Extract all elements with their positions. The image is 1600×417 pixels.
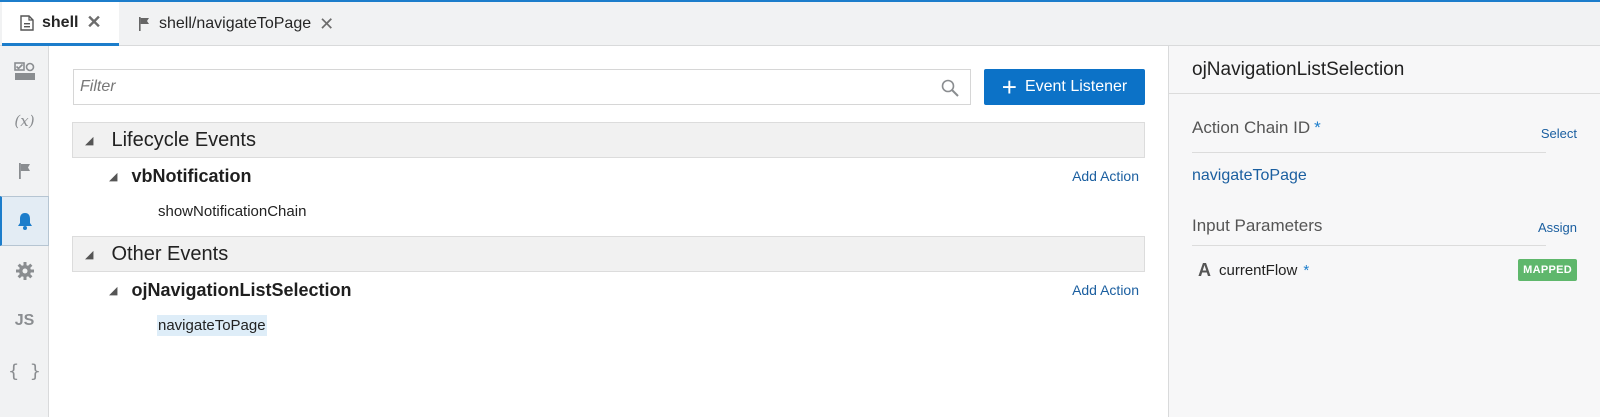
filter-input[interactable] (74, 70, 924, 104)
page-designer-button[interactable] (0, 46, 49, 96)
close-icon[interactable]: ✕ (86, 12, 101, 33)
select-link[interactable]: Select (1541, 126, 1577, 141)
divider (1192, 245, 1546, 246)
page-icon (20, 14, 34, 31)
add-action-link[interactable]: Add Action (1072, 168, 1139, 184)
event-name: vbNotification (131, 165, 252, 186)
add-event-listener-button[interactable]: + Event Listener (984, 69, 1145, 105)
variables-icon: (x) (14, 112, 35, 130)
tab-label: shell/navigateToPage (159, 15, 312, 32)
section-title: Other Events (111, 242, 229, 265)
event-row-vbnotification[interactable]: ◢ vbNotification Add Action (109, 161, 1145, 191)
json-button[interactable]: { } (0, 346, 49, 396)
variables-button[interactable]: (x) (0, 96, 49, 146)
collapse-triangle-icon[interactable]: ◢ (85, 248, 93, 261)
string-type-icon: A (1198, 259, 1211, 280)
action-chain-id-value[interactable]: navigateToPage (1192, 167, 1307, 185)
section-other-events[interactable]: ◢ Other Events (72, 236, 1145, 272)
event-listener-label: Event Listener (1024, 78, 1128, 95)
action-chain-id-label: Action Chain ID * (1192, 118, 1321, 138)
collapse-triangle-icon[interactable]: ◢ (109, 284, 117, 297)
javascript-icon: JS (14, 312, 35, 329)
required-marker: * (1303, 261, 1310, 279)
javascript-button[interactable]: JS (0, 296, 49, 346)
label-text: Action Chain ID (1192, 118, 1311, 137)
event-name: ojNavigationListSelection (131, 279, 352, 300)
actions-flag-icon (18, 163, 30, 179)
action-chain-item-selected[interactable]: navigateToPage (157, 315, 267, 336)
close-icon[interactable]: ✕ (319, 14, 334, 35)
editor-tab-bar: shell ✕ shell/navigateToPage ✕ (0, 0, 1600, 46)
required-marker: * (1314, 118, 1321, 137)
filter-box (73, 69, 971, 105)
inspector-title: ojNavigationListSelection (1169, 46, 1600, 94)
action-chain-item[interactable]: showNotificationChain (157, 201, 307, 222)
collapse-triangle-icon[interactable]: ◢ (85, 134, 93, 147)
input-parameters-label: Input Parameters (1192, 216, 1323, 235)
assign-link[interactable]: Assign (1538, 220, 1577, 235)
json-braces-icon: { } (8, 360, 41, 382)
flag-icon (139, 17, 149, 31)
left-toolbar: (x) JS {} (0, 46, 49, 417)
parameter-name: currentFlow (1219, 261, 1298, 279)
tab-shell[interactable]: shell ✕ (2, 2, 119, 46)
section-lifecycle-events[interactable]: ◢ Lifecycle Events (72, 122, 1145, 158)
page-designer-icon (13, 62, 35, 80)
collapse-triangle-icon[interactable]: ◢ (109, 170, 117, 183)
events-main-panel: + Event Listener ◢ Lifecycle Events ◢ vb… (49, 46, 1168, 417)
events-bell-icon (18, 213, 32, 230)
add-action-link[interactable]: Add Action (1072, 282, 1139, 298)
search-icon[interactable] (940, 78, 960, 98)
section-title: Lifecycle Events (111, 128, 256, 151)
property-inspector: ojNavigationListSelection Action Chain I… (1168, 46, 1600, 417)
action-chains-button[interactable] (0, 146, 49, 196)
settings-gear-icon (15, 262, 34, 280)
events-button[interactable] (0, 196, 49, 246)
divider (1192, 152, 1546, 153)
settings-button[interactable] (0, 246, 49, 296)
tab-shell-navigate-to-page[interactable]: shell/navigateToPage ✕ (119, 2, 334, 46)
parameter-row-currentflow[interactable]: A currentFlow * (1198, 258, 1309, 282)
plus-icon: + (1001, 72, 1017, 102)
event-row-ojnavigationlistselection[interactable]: ◢ ojNavigationListSelection Add Action (109, 275, 1145, 305)
tab-label: shell (42, 13, 79, 31)
mapped-status-badge: MAPPED (1518, 259, 1577, 281)
